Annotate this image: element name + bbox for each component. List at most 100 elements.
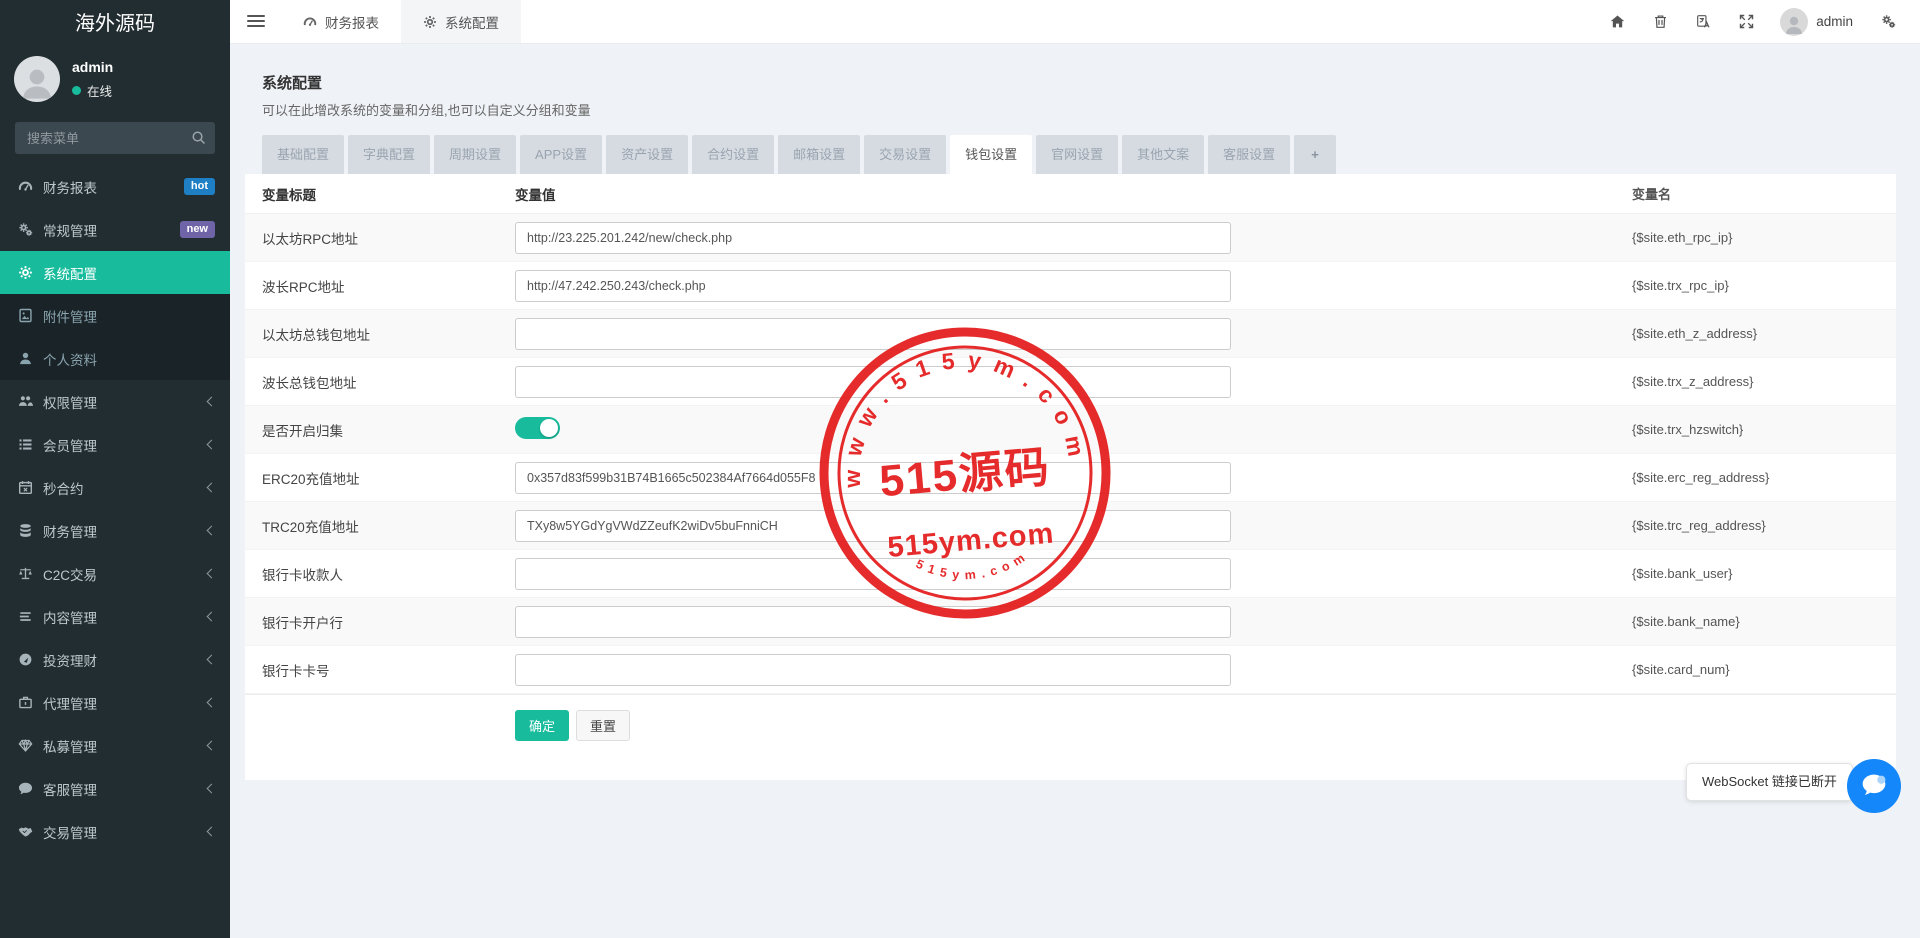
home-icon[interactable] — [1610, 14, 1625, 29]
sidebar-item-private-fund[interactable]: 私募管理 — [0, 724, 230, 767]
search-icon[interactable] — [191, 130, 206, 145]
sidebar-item-second-contract[interactable]: 秒合约 — [0, 466, 230, 509]
sidebar-item-general-manage[interactable]: 常规管理new — [0, 208, 230, 251]
navbar-tab-system-config[interactable]: 系统配置 — [401, 0, 521, 43]
navbar-tab-finance-report[interactable]: 财务报表 — [281, 0, 401, 43]
table-row-eth_rpc_ip: 以太坊RPC地址{$site.eth_rpc_ip} — [245, 214, 1896, 262]
bank_user-input[interactable] — [515, 558, 1231, 590]
sidebar-item-label: 内容管理 — [43, 607, 97, 627]
table-rows: 以太坊RPC地址{$site.eth_rpc_ip} 波长RPC地址 {$site.… — [245, 214, 1896, 694]
row-varname: {$site.bank_name} — [1632, 614, 1896, 629]
submenu-general-manage: 系统配置附件管理个人资料 — [0, 251, 230, 380]
config-tab-website[interactable]: 官网设置 — [1036, 135, 1118, 174]
config-tab-trade[interactable]: 交易设置 — [864, 135, 946, 174]
comment-icon — [18, 781, 33, 796]
sidebar-item-label: 附件管理 — [43, 306, 97, 326]
sidebar-item-content-manage[interactable]: 内容管理 — [0, 595, 230, 638]
navbar-right: admin — [1596, 0, 1920, 43]
sidebar-item-invest-finance[interactable]: 投资理财 — [0, 638, 230, 681]
config-tab-cycle[interactable]: 周期设置 — [434, 135, 516, 174]
add-tab-button[interactable]: + — [1294, 135, 1336, 174]
config-tab-basic[interactable]: 基础配置 — [262, 135, 344, 174]
submit-button[interactable]: 确定 — [515, 710, 569, 741]
sidebar-item-system-config[interactable]: 系统配置 — [0, 251, 230, 294]
sidebar-item-attachment-manage[interactable]: 附件管理 — [0, 294, 230, 337]
sidebar-item-label: 秒合约 — [43, 478, 84, 498]
sidebar-item-label: 系统配置 — [43, 263, 97, 283]
sidebar-item-label: 财务管理 — [43, 521, 97, 541]
search-input[interactable] — [15, 122, 215, 154]
sidebar-item-label: 个人资料 — [43, 349, 97, 369]
config-tab-wallet[interactable]: 钱包设置 — [950, 135, 1032, 174]
col-header-varname: 变量名 — [1632, 184, 1896, 203]
cogs-icon[interactable] — [1881, 14, 1896, 29]
reset-button[interactable]: 重置 — [576, 710, 630, 741]
config-tab-contract[interactable]: 合约设置 — [692, 135, 774, 174]
sidebar-item-label: 私募管理 — [43, 736, 97, 756]
row-title: 波长总钱包地址 — [245, 372, 515, 392]
top-navbar: 财务报表系统配置 admin — [230, 0, 1920, 44]
col-header-value: 变量值 — [515, 184, 1632, 204]
trc_reg_address-input[interactable] — [515, 510, 1231, 542]
sidebar-item-label: 权限管理 — [43, 392, 97, 412]
gear-icon — [423, 15, 437, 29]
row-title: 银行卡收款人 — [245, 564, 515, 584]
translate-icon[interactable] — [1696, 14, 1711, 29]
eth_rpc_ip-input[interactable] — [515, 222, 1231, 254]
badge-hot: hot — [184, 178, 215, 195]
config-tab-app[interactable]: APP设置 — [520, 135, 602, 174]
sidebar-item-auth-manage[interactable]: 权限管理 — [0, 380, 230, 423]
brand[interactable]: 海外源码 — [0, 0, 230, 48]
sidebar-item-trade-manage[interactable]: 交易管理 — [0, 810, 230, 853]
config-tab-dictionary[interactable]: 字典配置 — [348, 135, 430, 174]
user-name: admin — [72, 59, 113, 75]
row-varname: {$site.eth_rpc_ip} — [1632, 230, 1896, 245]
sidebar-item-member-manage[interactable]: 会员管理 — [0, 423, 230, 466]
online-dot-icon — [72, 86, 81, 95]
card_num-input[interactable] — [515, 654, 1231, 686]
table-row-card_num: 银行卡卡号{$site.card_num} — [245, 646, 1896, 694]
row-varname: {$site.trx_rpc_ip} — [1632, 278, 1896, 293]
sidebar-item-customer-service[interactable]: 客服管理 — [0, 767, 230, 810]
handshake-icon — [18, 824, 33, 839]
sidebar-item-profile[interactable]: 个人资料 — [0, 337, 230, 380]
row-varname: {$site.card_num} — [1632, 662, 1896, 677]
admin-menu[interactable]: admin — [1816, 14, 1853, 29]
sidebar-item-finance-report[interactable]: 财务报表hot — [0, 165, 230, 208]
config-tab-other-text[interactable]: 其他文案 — [1122, 135, 1204, 174]
list-icon — [18, 437, 33, 452]
erc_reg_address-input[interactable] — [515, 462, 1231, 494]
trx_hzswitch-toggle[interactable] — [515, 417, 560, 439]
trx_rpc_ip-input[interactable] — [515, 270, 1231, 302]
row-title: 波长RPC地址 — [245, 276, 515, 296]
admin-avatar[interactable] — [1780, 8, 1808, 36]
chat-bubble-icon — [1857, 769, 1891, 803]
bank_name-input[interactable] — [515, 606, 1231, 638]
trash-icon[interactable] — [1653, 14, 1668, 29]
content-icon — [18, 609, 33, 624]
sidebar-item-finance-manage[interactable]: 财务管理 — [0, 509, 230, 552]
invest-icon — [18, 652, 33, 667]
row-title: TRC20充值地址 — [245, 516, 515, 536]
user-panel: admin 在线 — [0, 48, 230, 112]
eth_z_address-input[interactable] — [515, 318, 1231, 350]
chevron-left-icon — [207, 569, 217, 579]
sidebar-item-c2c-trade[interactable]: C2C交易 — [0, 552, 230, 595]
gauge-icon — [18, 179, 33, 194]
config-tab-email[interactable]: 邮箱设置 — [778, 135, 860, 174]
user-status-label: 在线 — [87, 81, 112, 100]
config-panel: 系统配置 可以在此增改系统的变量和分组,也可以自定义分组和变量 基础配置字典配置… — [245, 59, 1896, 780]
hamburger-icon[interactable] — [247, 15, 265, 29]
config-tab-service[interactable]: 客服设置 — [1208, 135, 1290, 174]
sidebar-item-agent-manage[interactable]: 代理管理 — [0, 681, 230, 724]
form-actions: 确定 重置 — [245, 694, 1896, 780]
main-area: 财务报表系统配置 admin 系统配置 可以在此增改系统的变量和分组,也可以自定… — [230, 0, 1920, 938]
table-header-row: 变量标题 变量值 变量名 — [245, 174, 1896, 214]
table-row-trx_hzswitch: 是否开启归集{$site.trx_hzswitch} — [245, 406, 1896, 454]
fullscreen-icon[interactable] — [1739, 14, 1754, 29]
trx_z_address-input[interactable] — [515, 366, 1231, 398]
chat-button[interactable] — [1847, 759, 1901, 813]
config-tab-asset[interactable]: 资产设置 — [606, 135, 688, 174]
gauge-icon — [303, 15, 317, 29]
page-subtitle: 可以在此增改系统的变量和分组,也可以自定义分组和变量 — [245, 93, 1896, 119]
